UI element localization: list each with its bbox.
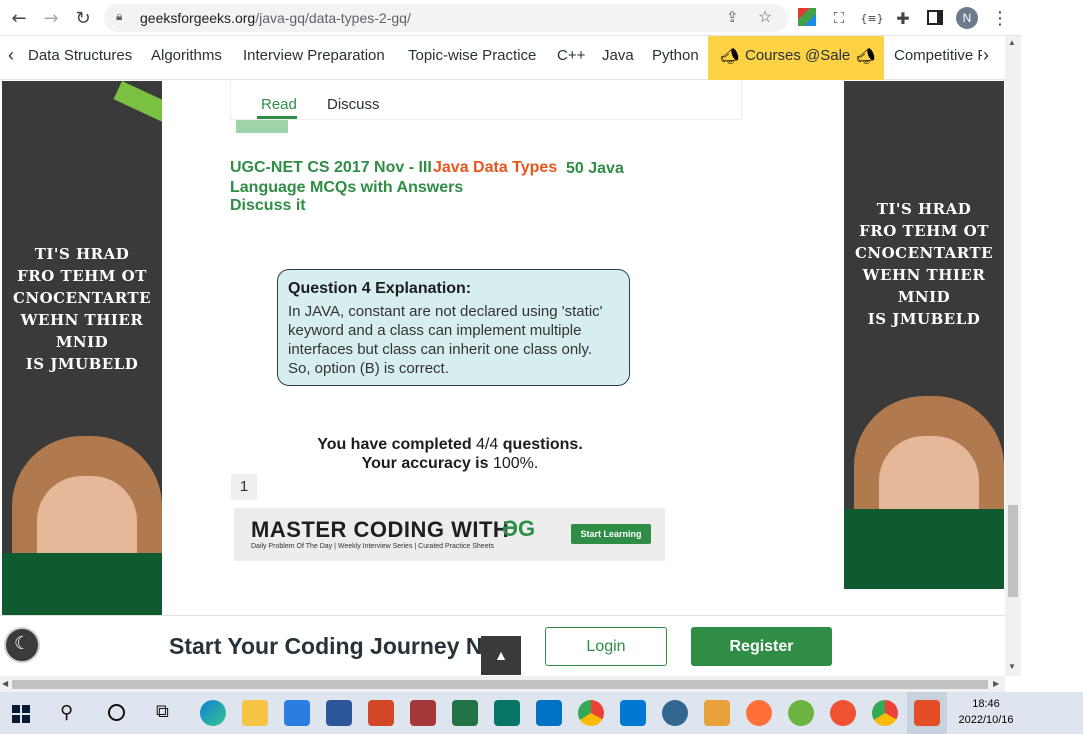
postgresql-icon[interactable] [662,700,688,726]
megaphone-icon: 📣︎ [856,48,876,65]
share-icon[interactable]: ⇪ [726,8,739,26]
edge-icon[interactable] [200,700,226,726]
taskbar-clock[interactable]: 18:46 2022/10/16 [952,696,1020,728]
arrow-up-icon: ▲ [494,647,508,663]
scroll-down-arrow-icon[interactable]: ▼ [1008,662,1016,671]
nav-competitive-programming[interactable]: Competitive P [894,47,982,64]
tab-read-underline [257,116,297,119]
publisher-icon[interactable] [494,700,520,726]
gfg-logo-icon: ƏG [502,516,536,541]
nav-algorithms[interactable]: Algorithms [151,47,222,64]
excel-icon[interactable] [452,700,478,726]
question-page-number[interactable]: 1 [231,474,257,500]
megaphone-icon: 📣︎ [720,48,740,65]
powerpoint-icon[interactable] [368,700,394,726]
windows-taskbar: ⚲ ⧉ 18:46 2022/10/16 [0,692,1083,734]
nav-data-structures[interactable]: Data Structures [28,47,132,64]
vertical-scroll-thumb[interactable] [1008,505,1018,597]
moon-icon: ☾ [14,633,31,653]
virtualbox-icon[interactable] [704,700,730,726]
chrome-profile-icon[interactable] [872,700,898,726]
cortana-icon[interactable] [108,704,125,721]
microsoft-store-icon[interactable] [284,700,310,726]
scroll-to-top-button[interactable]: ▲ [481,636,521,675]
banner-subtext: Daily Problem Of The Day | Weekly Interv… [251,543,495,550]
nav-cpp[interactable]: C++ [557,47,585,64]
bookmark-star-icon[interactable]: ☆ [758,7,772,27]
nav-right-chevron-icon[interactable]: › [983,45,989,66]
nav-java[interactable]: Java [602,47,634,64]
gfg-logo-fragment [236,120,288,133]
right-ad[interactable]: TI'S HRAD FRO TEHM OT CNOCENTARTE WEHN T… [844,81,1004,589]
horizontal-scroll-thumb[interactable] [12,680,988,689]
snipping-tool-icon[interactable] [914,700,940,726]
tab-discuss[interactable]: Discuss [327,96,380,113]
ad-green-block [844,509,1004,589]
chrome-icon[interactable] [578,700,604,726]
ad-text-block: TI'S HRAD FRO TEHM OT CNOCENTARTE WEHN T… [12,245,152,373]
article-tabs: Read Discuss [230,81,742,120]
access-icon[interactable] [410,700,436,726]
lock-icon: 🔒︎ [116,9,123,23]
ad-green-block [2,553,162,615]
ad-face-skin [37,476,137,556]
windows-start-icon[interactable] [12,705,30,723]
nav-courses-sale[interactable]: 📣︎ Courses @Sale 📣︎ [708,36,884,80]
vscode-icon[interactable] [620,700,646,726]
task-view-icon[interactable]: ⧉ [156,701,169,722]
outlook-icon[interactable] [536,700,562,726]
scroll-right-arrow-icon[interactable]: ▶ [993,679,999,688]
postman-icon[interactable] [830,700,856,726]
extension-icon[interactable] [798,8,816,26]
puzzle-extensions-icon[interactable]: ✚ [891,6,915,30]
more-menu-icon[interactable]: ⋮ [988,6,1012,30]
banner-headline: MASTER CODING WITH [251,517,510,542]
ad-text-block: TI'S HRAD FRO TEHM OT CNOCENTARTE WEHN T… [854,200,994,328]
start-learning-button[interactable]: Start Learning [571,524,651,544]
forward-icon[interactable]: → [39,6,63,30]
scroll-left-arrow-icon[interactable]: ◀ [2,679,8,688]
firefox-icon[interactable] [746,700,772,726]
tab-read[interactable]: Read [261,96,297,113]
profile-avatar[interactable]: N [956,7,978,29]
nav-topic-wise-practice[interactable]: Topic-wise Practice [408,47,536,64]
back-icon[interactable]: ← [7,6,31,30]
search-icon[interactable]: ⚲ [60,702,73,723]
spring-tool-icon[interactable] [788,700,814,726]
register-button[interactable]: Register [691,627,832,666]
left-ad[interactable]: TI'S HRAD FRO TEHM OT CNOCENTARTE WEHN T… [2,81,162,615]
side-panel-icon[interactable] [927,10,943,25]
master-coding-banner[interactable]: MASTER CODING WITH ƏG Daily Problem Of T… [234,508,665,561]
browser-toolbar: ← → ↻ 🔒︎ geeksforgeeks.org/java-gq/data-… [0,0,1021,36]
link-discuss-it[interactable]: Discuss it [230,197,306,215]
screenshot-extension-icon[interactable]: ⛶ [827,6,851,30]
login-button[interactable]: Login [545,627,667,666]
bottom-bar-headline: Start Your Coding Journey Now! [169,633,523,659]
explanation-body: In JAVA, constant are not declared using… [288,303,603,377]
json-extension-icon[interactable]: {≡} [860,6,884,30]
nav-interview-preparation[interactable]: Interview Preparation [243,47,385,64]
nav-left-chevron-icon[interactable]: ‹ [8,45,14,66]
quiz-results: You have completed 4/4 questions. Your a… [317,436,583,472]
explanation-title: Question 4 Explanation: [288,280,472,297]
ad-accent-stripe [113,81,162,125]
explanation-box: Question 4 Explanation: In JAVA, constan… [277,269,630,386]
word-icon[interactable] [326,700,352,726]
nav-python[interactable]: Python [652,47,699,64]
address-bar[interactable]: 🔒︎ geeksforgeeks.org/java-gq/data-types-… [104,4,788,32]
dark-mode-toggle[interactable]: ☾ [4,627,40,663]
url-text: geeksforgeeks.org/java-gq/data-types-2-g… [140,10,411,26]
ad-face-skin [879,436,979,516]
link-java-mcqs[interactable]: 50 Java Language MCQs with Answers [230,159,650,197]
scroll-up-arrow-icon[interactable]: ▲ [1008,38,1016,47]
file-explorer-icon[interactable] [242,700,268,726]
site-nav: ‹ Data Structures Algorithms Interview P… [0,36,1005,80]
reload-icon[interactable]: ↻ [71,6,95,30]
